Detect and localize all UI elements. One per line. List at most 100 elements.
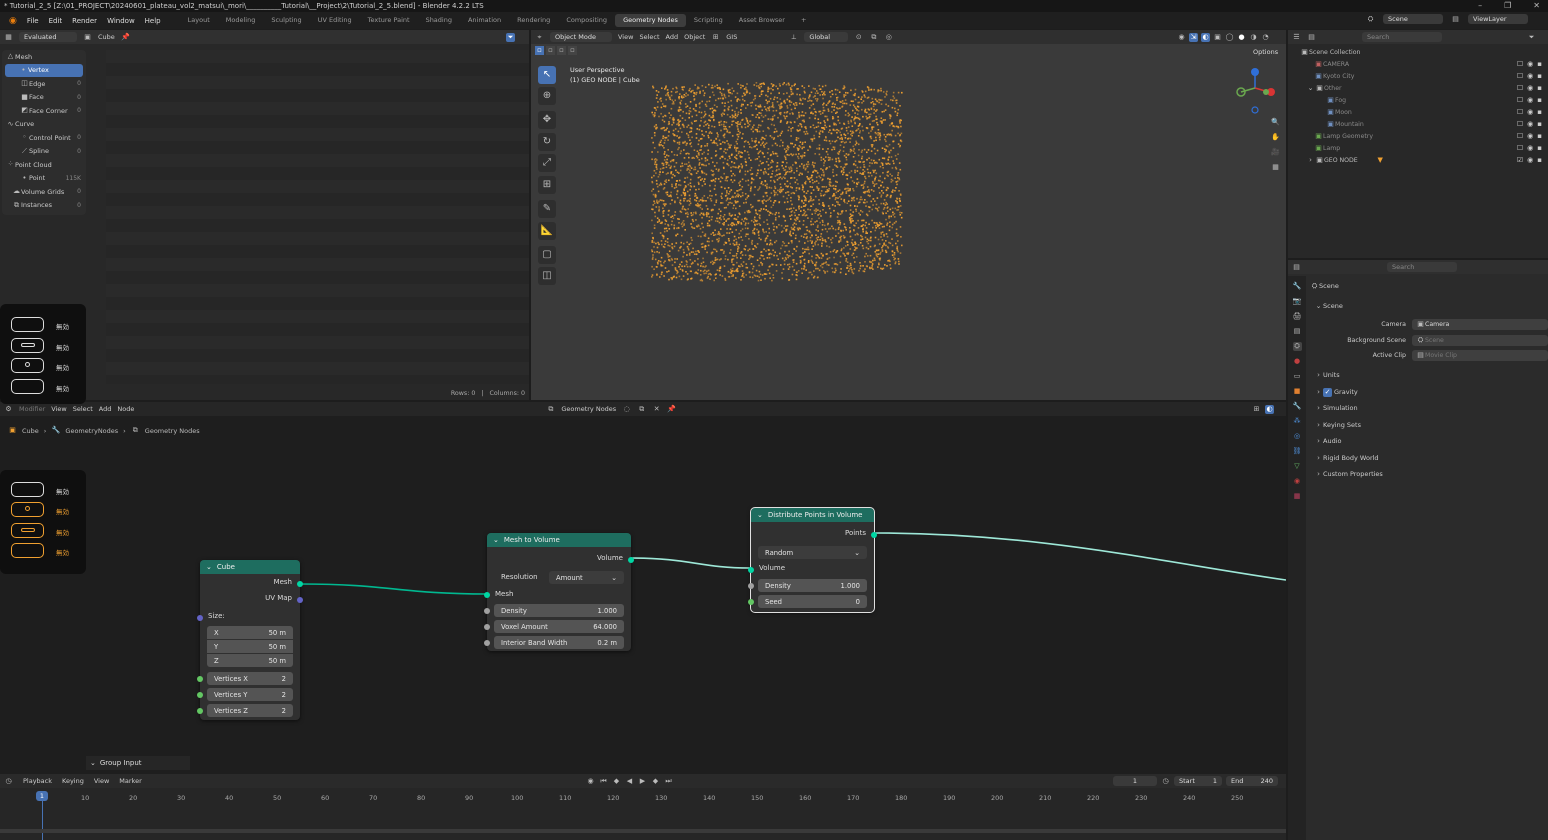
section-custom-properties[interactable]: › Custom Properties — [1314, 467, 1544, 481]
tree-instances[interactable]: ⧉ Instances 0 — [2, 199, 86, 213]
add-object-tool-icon[interactable]: ◫ — [538, 267, 556, 285]
tab-asset-browser[interactable]: Asset Browser — [731, 14, 793, 27]
outliner-search[interactable]: Search — [1362, 32, 1442, 42]
outliner-item[interactable]: ⌄ ▣ Other ☐ ◉ ▪ — [1288, 82, 1548, 94]
prev-keyframe-icon[interactable]: ◆ — [612, 777, 621, 786]
menu-render[interactable]: Render — [67, 17, 102, 25]
outliner-item[interactable]: ▣ Moon ☐ ◉ ▪ — [1288, 106, 1548, 118]
menu-help[interactable]: Help — [140, 17, 166, 25]
start-frame-field[interactable]: Start 1 — [1174, 776, 1222, 786]
select-intersect-icon[interactable]: ▫ — [568, 46, 577, 55]
play-reverse-icon[interactable]: ◀ — [625, 777, 634, 786]
grid-ortho-icon[interactable]: ▦ — [1271, 163, 1280, 172]
tree-face[interactable]: ■ Face 0 — [2, 91, 86, 105]
viewport-menu-object[interactable]: Object — [684, 33, 705, 41]
section-audio[interactable]: › Audio — [1314, 434, 1544, 448]
tab-layout[interactable]: Layout — [180, 14, 218, 27]
input-band-width-socket[interactable] — [484, 640, 490, 646]
tab-rendering[interactable]: Rendering — [509, 14, 558, 27]
editor-type-icon[interactable]: ⌖ — [535, 33, 544, 42]
tab-geometry-nodes[interactable]: Geometry Nodes — [615, 14, 686, 27]
scale-tool-icon[interactable]: ⤢ — [538, 154, 556, 172]
options-dropdown[interactable]: Options — [1248, 47, 1282, 57]
menu-window[interactable]: Window — [102, 17, 140, 25]
input-size-socket[interactable] — [197, 615, 203, 621]
outliner-item[interactable]: ▣ Kyoto City ☐ ◉ ▪ — [1288, 70, 1548, 82]
output-volume-socket[interactable] — [628, 557, 634, 563]
select-extend-icon[interactable]: ▫ — [546, 46, 555, 55]
outliner-item[interactable]: ▣ CAMERA ☐ ◉ ▪ — [1288, 58, 1548, 70]
input-seed-socket[interactable] — [748, 599, 754, 605]
node-distribute-points-in-volume[interactable]: ⌄ Distribute Points in Volume Points Rand… — [748, 507, 877, 613]
navigation-gizmo[interactable] — [1231, 62, 1283, 114]
tree-edge[interactable]: ◫ Edge 0 — [2, 77, 86, 91]
node-cube[interactable]: ⌄ Cube Mesh UV Map Size: X 50 m Y 50 m Z 50 … — [197, 560, 303, 720]
section-keying-sets[interactable]: › Keying Sets — [1314, 418, 1544, 432]
interior-band-width-field[interactable]: Interior Band Width 0.2 m — [494, 636, 624, 649]
transform-orientation-dropdown[interactable]: Global — [804, 32, 849, 42]
output-tab-icon[interactable]: 🖨 — [1293, 312, 1302, 321]
jump-end-icon[interactable]: ⏭ — [664, 777, 673, 786]
tree-control-point[interactable]: ◦ Control Point 0 — [2, 131, 86, 145]
distribute-density-field[interactable]: Density 1.000 — [758, 579, 867, 592]
tab-modeling[interactable]: Modeling — [218, 14, 264, 27]
end-frame-field[interactable]: End 240 — [1226, 776, 1278, 786]
camera-view-icon[interactable]: 🎥 — [1271, 148, 1280, 157]
editor-type-icon[interactable]: ▦ — [4, 33, 13, 42]
material-tab-icon[interactable]: ◉ — [1293, 477, 1302, 486]
input-density-socket[interactable] — [484, 608, 490, 614]
data-tab-icon[interactable]: ▽ — [1293, 462, 1302, 471]
menu-view[interactable]: View — [94, 777, 109, 785]
texture-tab-icon[interactable]: ▦ — [1293, 492, 1302, 501]
group-input-panel[interactable]: ⌄ Group Input — [86, 756, 190, 770]
proportional-edit-icon[interactable]: ◎ — [884, 33, 893, 42]
tab-compositing[interactable]: Compositing — [558, 14, 615, 27]
outliner-item[interactable]: ▣ Scene Collection — [1288, 46, 1548, 58]
visibility-icon[interactable]: ◉ — [1177, 33, 1186, 42]
input-mesh-socket[interactable] — [484, 592, 490, 598]
gravity-checkbox[interactable]: ✓ — [1323, 387, 1332, 397]
viewlayer-selector[interactable]: ViewLayer — [1468, 14, 1528, 24]
vertices-y-field[interactable]: Vertices Y2 — [207, 688, 293, 701]
size-y-field[interactable]: Y 50 m — [207, 640, 293, 653]
viewport-menu-view[interactable]: View — [618, 33, 633, 41]
rendered-shading-icon[interactable]: ◔ — [1261, 33, 1270, 42]
timeline[interactable]: ◷ Playback Keying View Marker ◉ ⏮ ◆ ◀ ▶ … — [0, 774, 1286, 840]
camera-field[interactable]: ▣ Camera — [1412, 319, 1548, 330]
input-voxel-amount-socket[interactable] — [484, 624, 490, 630]
collection-tab-icon[interactable]: ▭ — [1293, 372, 1302, 381]
wireframe-shading-icon[interactable]: ◯ — [1225, 33, 1234, 42]
overlay-icon[interactable]: ◐ — [1201, 32, 1210, 42]
tree-point-cloud[interactable]: ⁘ Point Cloud — [2, 158, 86, 172]
tab-texture-paint[interactable]: Texture Paint — [360, 14, 418, 27]
editor-type-icon[interactable]: ◷ — [4, 777, 13, 786]
world-tab-icon[interactable]: ● — [1293, 357, 1302, 366]
menu-edit[interactable]: Edit — [44, 17, 68, 25]
tree-face-corner[interactable]: ◩ Face Corner 0 — [2, 104, 86, 118]
size-x-field[interactable]: X 50 m — [207, 626, 293, 639]
background-scene-field[interactable]: ⛭ Scene — [1412, 335, 1548, 346]
vertices-z-field[interactable]: Vertices Z2 — [207, 704, 293, 717]
outliner-item[interactable]: ▣ Mountain ☐ ◉ ▪ — [1288, 118, 1548, 130]
jump-start-icon[interactable]: ⏮ — [599, 777, 608, 786]
tab-animation[interactable]: Animation — [460, 14, 509, 27]
evaluation-mode-dropdown[interactable]: Evaluated — [19, 32, 77, 42]
editor-type-icon[interactable]: ☰ — [1292, 33, 1301, 42]
menu-playback[interactable]: Playback — [23, 777, 52, 785]
vertices-x-field[interactable]: Vertices X2 — [207, 672, 293, 685]
object-mode-dropdown[interactable]: Object Mode — [550, 32, 612, 42]
cursor-tool-icon[interactable]: ⊕ — [538, 87, 556, 105]
node-mesh-to-volume[interactable]: ⌄ Mesh to Volume Volume Resolution Amount… — [484, 533, 634, 651]
chevron-down-icon[interactable]: ⌄ — [1306, 84, 1315, 93]
size-z-field[interactable]: Z 50 m — [207, 654, 293, 667]
playhead-frame[interactable]: 1 — [36, 791, 48, 801]
annotate-tool-icon[interactable]: ✎ — [538, 200, 556, 218]
tab-uv-editing[interactable]: UV Editing — [310, 14, 360, 27]
output-points-socket[interactable] — [871, 532, 877, 538]
clock-icon[interactable]: ◷ — [1161, 777, 1170, 786]
tree-spline[interactable]: ⟋ Spline 0 — [2, 145, 86, 159]
material-shading-icon[interactable]: ◑ — [1249, 33, 1258, 42]
density-field[interactable]: Density 1.000 — [494, 604, 624, 617]
constraints-tab-icon[interactable]: ⛓ — [1293, 447, 1302, 456]
outliner-item[interactable]: › ▣ GEO NODE ▼ ☑ ◉ ▪ — [1288, 154, 1548, 166]
